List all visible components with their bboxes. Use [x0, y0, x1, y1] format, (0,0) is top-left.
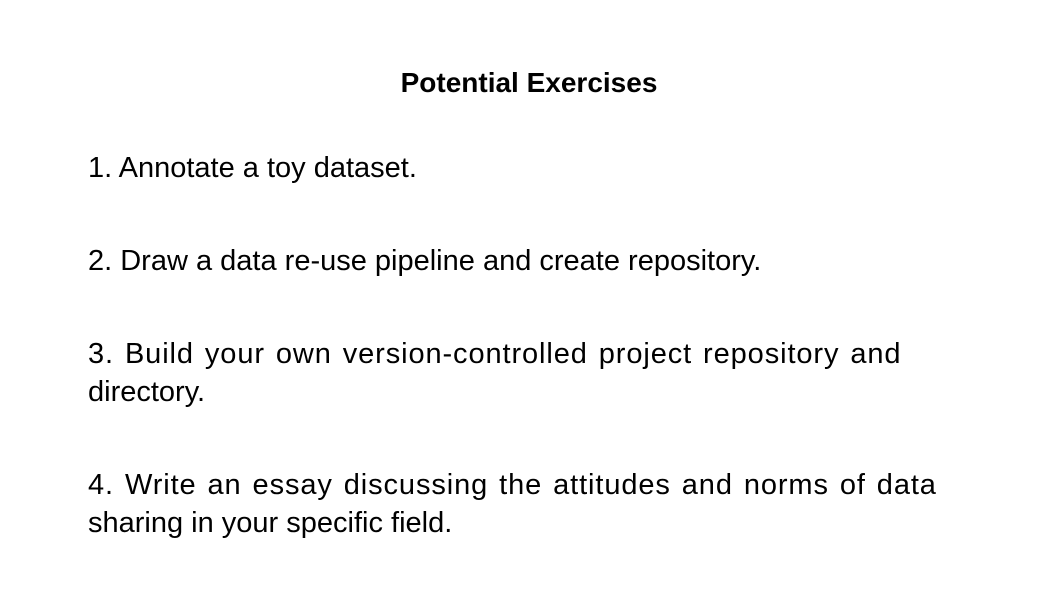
slide: Potential Exercises 1. Annotate a toy da… — [0, 0, 1058, 595]
exercise-line: 2. Draw a data re-use pipeline and creat… — [88, 245, 762, 277]
exercise-line: directory. — [88, 376, 206, 408]
slide-title: Potential Exercises — [400, 67, 658, 98]
exercise-line: sharing in your specific field. — [88, 507, 453, 539]
exercise-item-1: 1. Annotate a toy dataset. — [88, 149, 988, 187]
exercise-item-2: 2. Draw a data re-use pipeline and creat… — [88, 242, 988, 280]
exercise-line: 1. Annotate a toy dataset. — [88, 152, 417, 184]
exercise-item-3: 3. Build your own version-controlled pro… — [88, 335, 988, 411]
exercise-line: 3. Build your own version-controlled pro… — [88, 338, 902, 370]
exercise-item-4: 4. Write an essay discussing the attitud… — [88, 466, 988, 542]
exercise-line: 4. Write an essay discussing the attitud… — [88, 469, 937, 501]
